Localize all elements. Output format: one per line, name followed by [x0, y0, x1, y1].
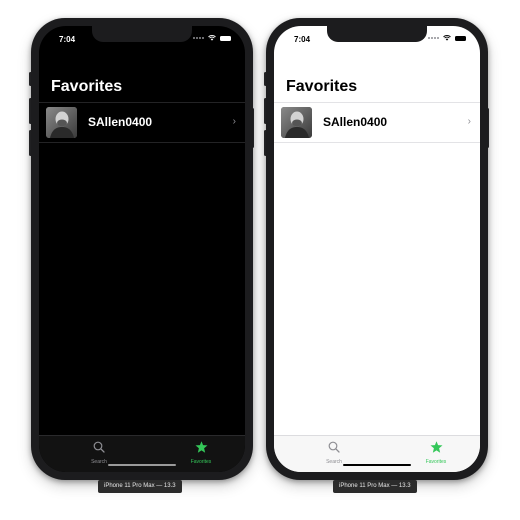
battery-icon [455, 35, 466, 41]
favorite-row[interactable]: SAllen0400 › [39, 102, 245, 143]
simulator-stage: 7:04 Favorites SAllen0400 › Search Favor… [0, 0, 520, 520]
device-dark: 7:04 Favorites SAllen0400 › Search Favor… [29, 12, 263, 480]
home-indicator[interactable] [108, 463, 176, 466]
favorite-username: SAllen0400 [88, 115, 153, 129]
battery-icon [220, 35, 231, 41]
status-time: 7:04 [59, 35, 76, 44]
tab-bar: Search Favorites [39, 435, 245, 472]
phone-frame: 7:04 Favorites SAllen0400 › Search Favor… [31, 18, 253, 480]
search-icon [328, 441, 340, 453]
page-title: Favorites [51, 78, 123, 95]
avatar [46, 107, 77, 138]
wifi-icon [443, 35, 451, 41]
chevron-right-icon: › [232, 116, 236, 127]
device-light: 7:04 Favorites SAllen0400 › Search Favor… [264, 12, 498, 480]
tab-favorites[interactable]: Favorites [171, 440, 231, 465]
tab-favorites[interactable]: Favorites [406, 440, 466, 465]
status-time: 7:04 [294, 35, 311, 44]
search-icon [93, 441, 105, 453]
notch [92, 26, 192, 42]
tab-bar: Search Favorites [274, 435, 480, 472]
tab-search[interactable]: Search [69, 440, 129, 465]
avatar [281, 107, 312, 138]
cellular-signal-icon [428, 37, 439, 39]
star-icon [195, 441, 207, 453]
favorite-username: SAllen0400 [323, 115, 388, 129]
device-name-label: iPhone 11 Pro Max — 13.3 [98, 480, 182, 493]
status-icons [428, 35, 466, 41]
device-name-label: iPhone 11 Pro Max — 13.3 [333, 480, 417, 493]
phone-frame: 7:04 Favorites SAllen0400 › Search Favor… [266, 18, 488, 480]
phone-screen: 7:04 Favorites SAllen0400 › Search Favor… [274, 26, 480, 472]
tab-search[interactable]: Search [304, 440, 364, 465]
cellular-signal-icon [193, 37, 204, 39]
tab-favorites-label: Favorites [190, 459, 212, 465]
favorites-list: SAllen0400 › [274, 102, 480, 143]
wifi-icon [208, 35, 216, 41]
favorites-list: SAllen0400 › [39, 102, 245, 143]
phone-screen: 7:04 Favorites SAllen0400 › Search Favor… [39, 26, 245, 472]
home-indicator[interactable] [343, 463, 411, 466]
favorite-row[interactable]: SAllen0400 › [274, 102, 480, 143]
notch [327, 26, 427, 42]
chevron-right-icon: › [467, 116, 471, 127]
star-icon [430, 441, 442, 453]
tab-favorites-label: Favorites [425, 459, 447, 465]
status-icons [193, 35, 231, 41]
page-title: Favorites [286, 78, 358, 95]
